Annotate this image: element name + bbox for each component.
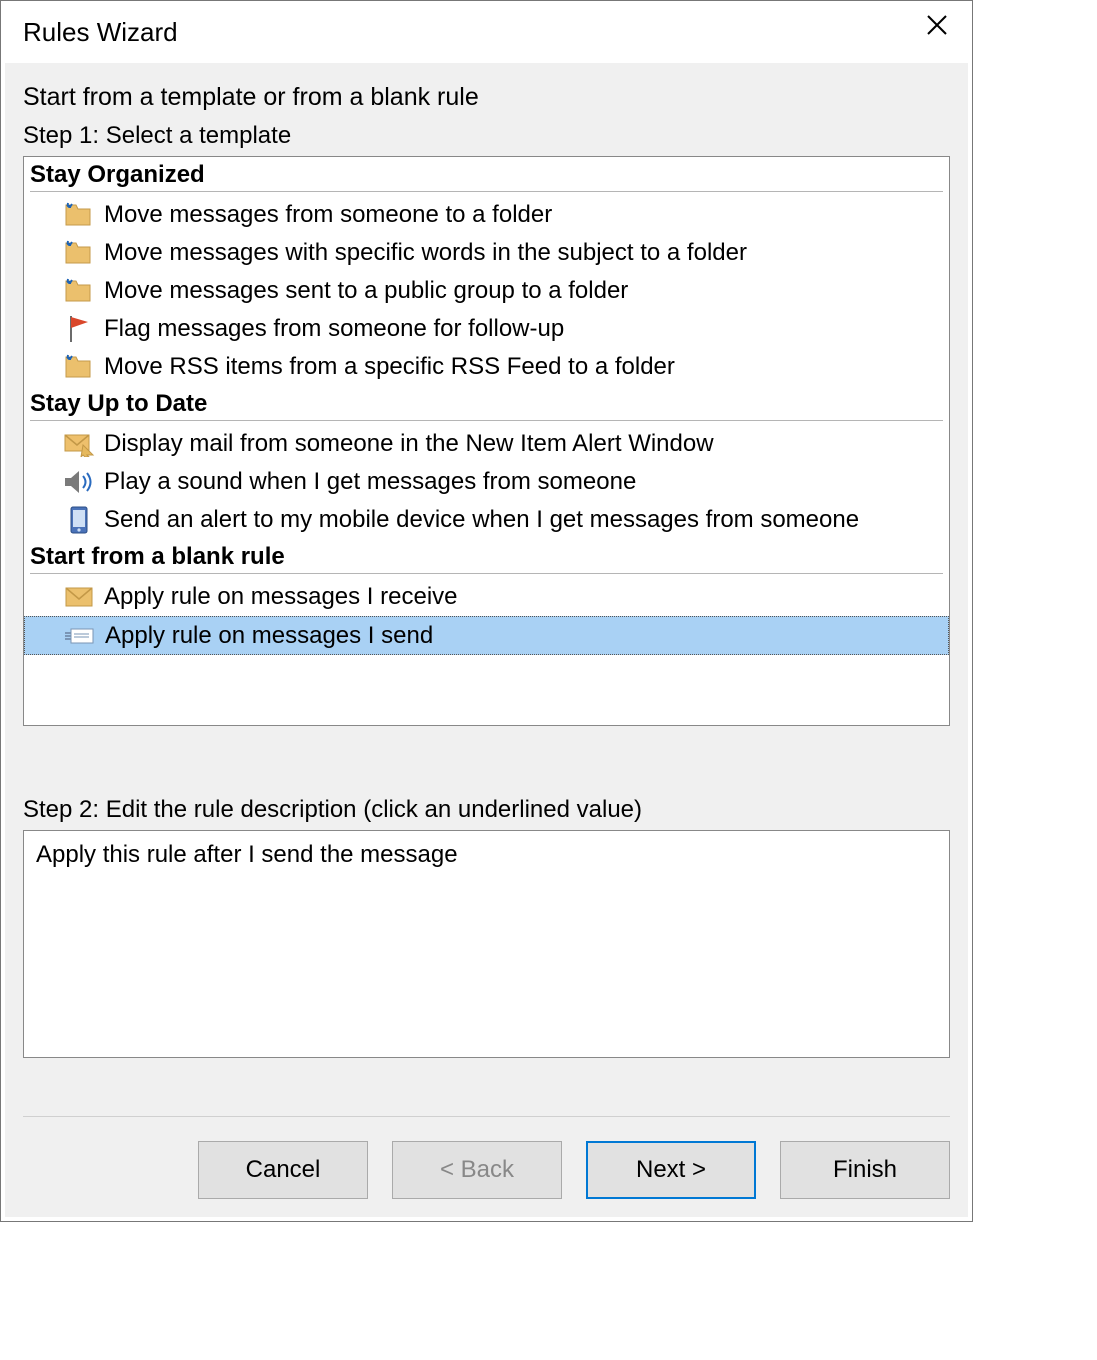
alert-mail-icon <box>58 431 100 457</box>
folder-move-icon <box>58 201 100 229</box>
template-item-label: Move RSS items from a specific RSS Feed … <box>104 353 675 381</box>
folder-move-icon <box>58 353 100 381</box>
close-button[interactable] <box>902 1 972 49</box>
cancel-button[interactable]: Cancel <box>198 1141 368 1199</box>
template-item[interactable]: Apply rule on messages I receive <box>30 578 943 616</box>
envelope-icon <box>58 586 100 608</box>
template-item[interactable]: Move RSS items from a specific RSS Feed … <box>30 348 943 386</box>
template-item-label: Move messages with specific words in the… <box>104 239 747 267</box>
envelope-send-icon <box>59 625 101 647</box>
rule-description-box[interactable]: Apply this rule after I send the message <box>23 830 950 1058</box>
section-header: Stay Organized <box>30 161 943 192</box>
back-button: < Back <box>392 1141 562 1199</box>
template-item[interactable]: Apply rule on messages I send <box>24 616 949 655</box>
next-button[interactable]: Next > <box>586 1141 756 1199</box>
folder-move-icon <box>58 239 100 267</box>
template-item-label: Apply rule on messages I receive <box>104 583 458 611</box>
template-item[interactable]: Display mail from someone in the New Ite… <box>30 425 943 463</box>
separator <box>23 1116 950 1117</box>
template-item-label: Send an alert to my mobile device when I… <box>104 506 859 534</box>
template-item-label: Move messages from someone to a folder <box>104 201 552 229</box>
template-item-label: Apply rule on messages I send <box>105 622 433 650</box>
template-item-label: Move messages sent to a public group to … <box>104 277 628 305</box>
mobile-icon <box>58 505 100 535</box>
wizard-buttons: Cancel < Back Next > Finish <box>23 1141 950 1199</box>
finish-button[interactable]: Finish <box>780 1141 950 1199</box>
template-item[interactable]: Move messages with specific words in the… <box>30 234 943 272</box>
template-listbox[interactable]: Stay Organized Move messages from someon… <box>23 156 950 726</box>
title-bar: Rules Wizard <box>1 1 972 63</box>
step2-label: Step 2: Edit the rule description (click… <box>23 796 950 824</box>
step1-label: Step 1: Select a template <box>23 122 950 150</box>
template-item[interactable]: Move messages sent to a public group to … <box>30 272 943 310</box>
intro-text: Start from a template or from a blank ru… <box>23 83 950 112</box>
window-title: Rules Wizard <box>23 17 178 48</box>
sound-icon <box>58 468 100 496</box>
template-item-label: Flag messages from someone for follow-up <box>104 315 564 343</box>
template-item[interactable]: Move messages from someone to a folder <box>30 196 943 234</box>
section-header: Start from a blank rule <box>30 543 943 574</box>
folder-move-icon <box>58 277 100 305</box>
template-item-label: Display mail from someone in the New Ite… <box>104 430 714 458</box>
template-item[interactable]: Play a sound when I get messages from so… <box>30 463 943 501</box>
template-item[interactable]: Flag messages from someone for follow-up <box>30 310 943 348</box>
section-header: Stay Up to Date <box>30 390 943 421</box>
template-item[interactable]: Send an alert to my mobile device when I… <box>30 501 943 539</box>
close-icon <box>926 14 948 36</box>
rule-description-text: Apply this rule after I send the message <box>36 841 458 868</box>
flag-icon <box>58 314 100 344</box>
dialog-client-area: Start from a template or from a blank ru… <box>5 63 968 1217</box>
template-item-label: Play a sound when I get messages from so… <box>104 468 636 496</box>
